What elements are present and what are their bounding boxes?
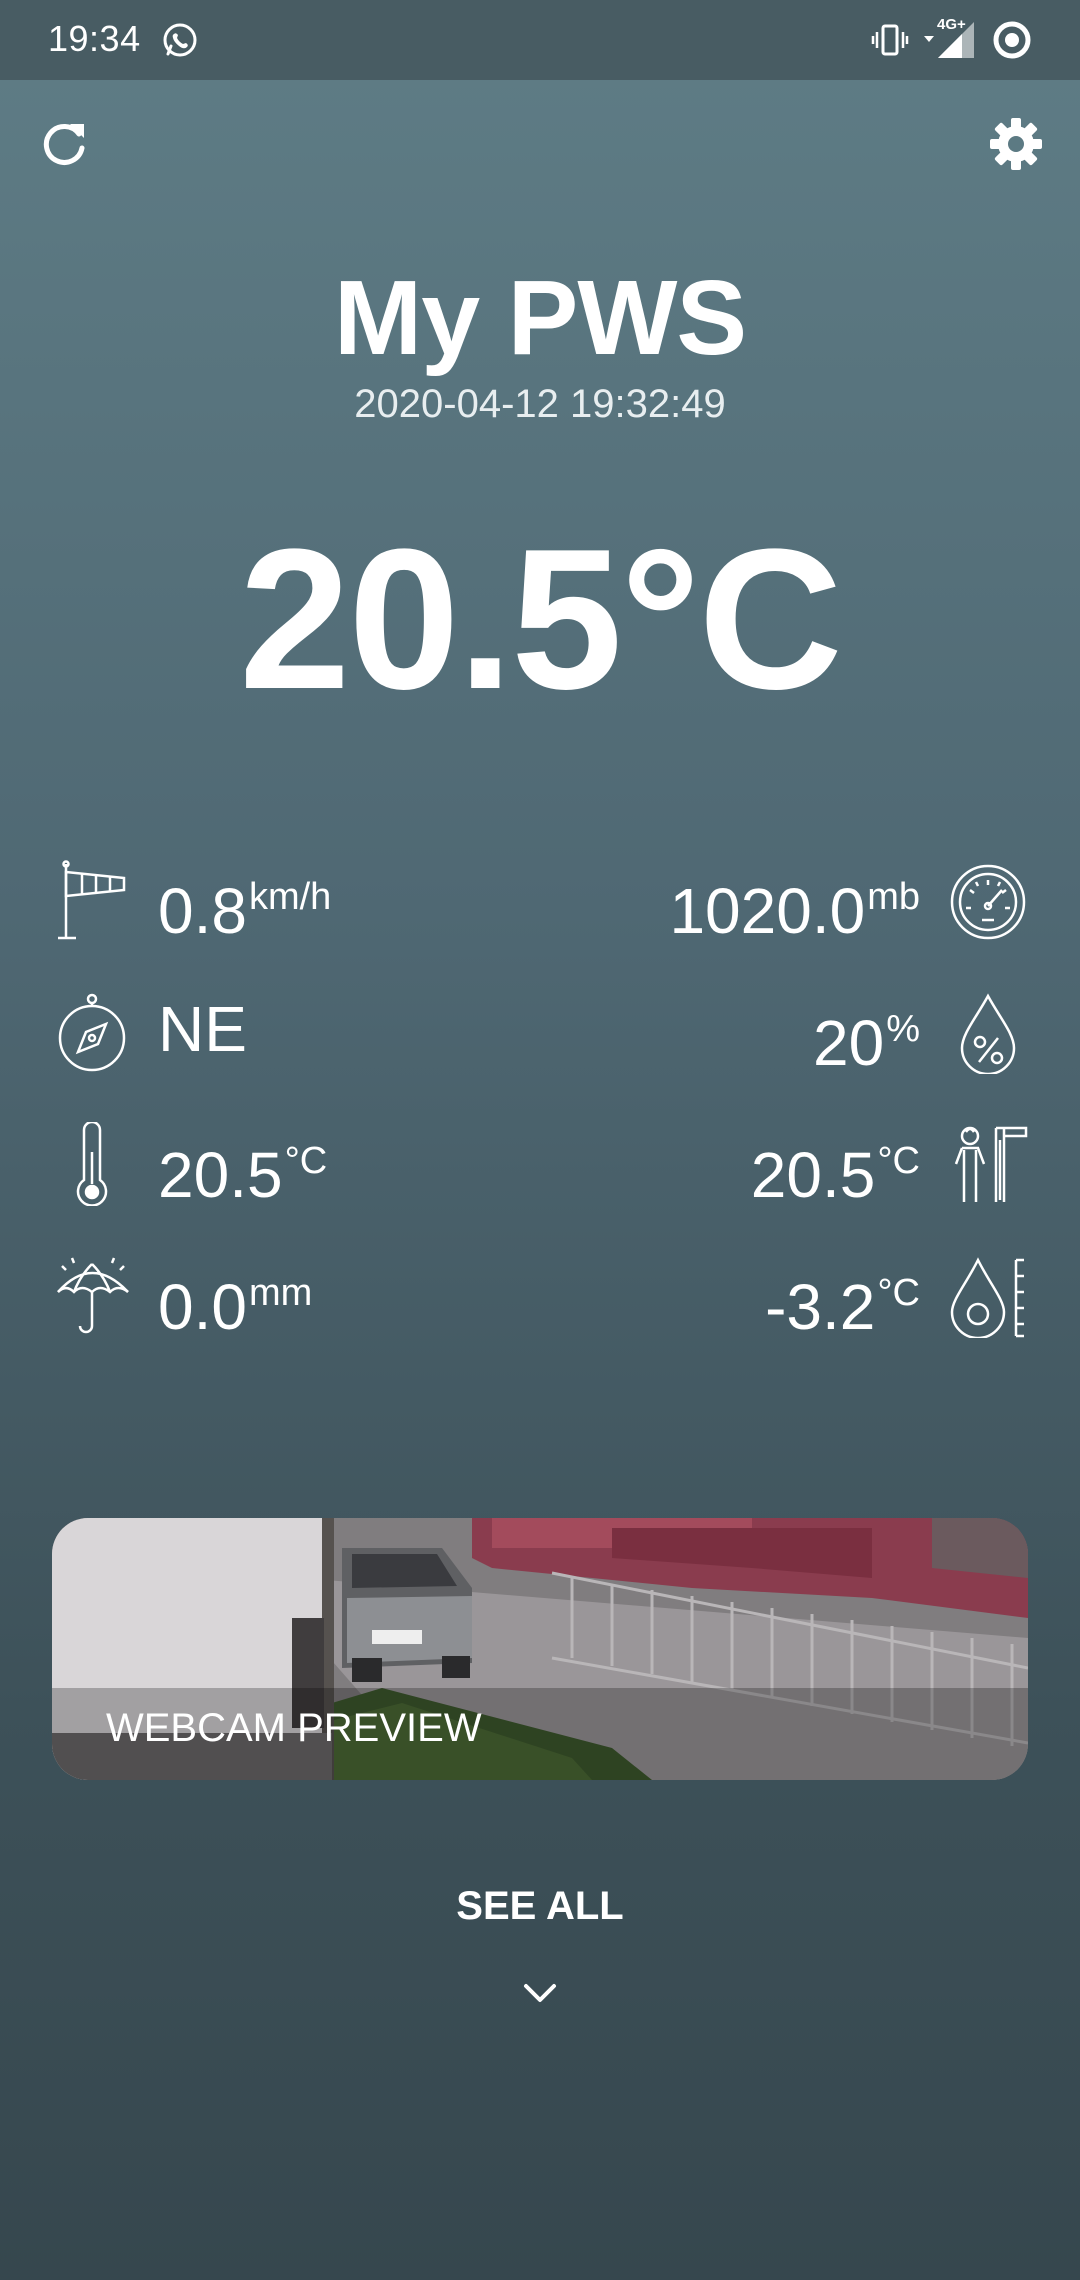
humidity-value: 20 <box>813 1007 885 1079</box>
refresh-icon[interactable] <box>32 112 96 176</box>
whatsapp-icon <box>163 23 197 57</box>
wind-direction-value: NE <box>158 993 247 1065</box>
indoor-temperature-unit: °C <box>284 1140 328 1182</box>
feels-like-metric: 20.5°C <box>751 1126 920 1210</box>
current-temperature: 20.5°C <box>239 508 843 731</box>
webcam-preview-label: WEBCAM PREVIEW <box>106 1706 482 1750</box>
thermometer-icon <box>76 1122 108 1206</box>
see-all-button[interactable]: SEE ALL <box>0 1884 1080 1929</box>
feels-like-value: 20.5 <box>750 1139 876 1211</box>
wind-speed-value: 0.8 <box>158 875 247 947</box>
vibrate-icon <box>871 24 909 56</box>
dew-point-value: -3.2 <box>765 1271 876 1343</box>
webcam-preview[interactable]: WEBCAM PREVIEW <box>52 1518 1028 1780</box>
signal-icon <box>924 22 974 58</box>
windsock-icon <box>58 860 126 940</box>
chevron-down-icon[interactable] <box>518 1976 562 2010</box>
pressure-value: 1020.0 <box>669 875 866 947</box>
dew-point-icon <box>950 1257 1024 1338</box>
wind-direction-metric: NE <box>158 994 247 1064</box>
wind-speed-unit: km/h <box>248 876 332 918</box>
status-time: 19:34 <box>48 18 141 59</box>
humidity-metric: 20% <box>813 994 920 1078</box>
humidity-unit: % <box>886 1008 920 1050</box>
rain-value: 0.0 <box>158 1271 247 1343</box>
data-saver-icon <box>993 21 1031 59</box>
indoor-temperature-metric: 20.5°C <box>158 1126 327 1210</box>
barometer-icon <box>950 864 1026 940</box>
pressure-unit: mb <box>867 876 920 918</box>
gear-icon[interactable] <box>984 112 1048 176</box>
umbrella-icon <box>57 1257 129 1334</box>
feels-like-unit: °C <box>877 1140 920 1182</box>
humidity-drop-icon <box>960 993 1016 1074</box>
rain-metric: 0.0mm <box>158 1258 312 1342</box>
wind-speed-metric: 0.8km/h <box>158 862 331 946</box>
dew-point-metric: -3.2°C <box>765 1258 920 1342</box>
dew-point-unit: °C <box>877 1272 920 1314</box>
station-name: My PWS <box>333 259 747 377</box>
indoor-temperature-value: 20.5 <box>158 1139 283 1211</box>
person-heat-icon <box>954 1126 1028 1202</box>
station-timestamp: 2020-04-12 19:32:49 <box>354 382 726 426</box>
compass-icon <box>58 993 126 1072</box>
status-bar: 19:34 4G+ <box>0 0 1080 80</box>
pressure-metric: 1020.0mb <box>669 862 920 946</box>
rain-unit: mm <box>248 1272 313 1314</box>
